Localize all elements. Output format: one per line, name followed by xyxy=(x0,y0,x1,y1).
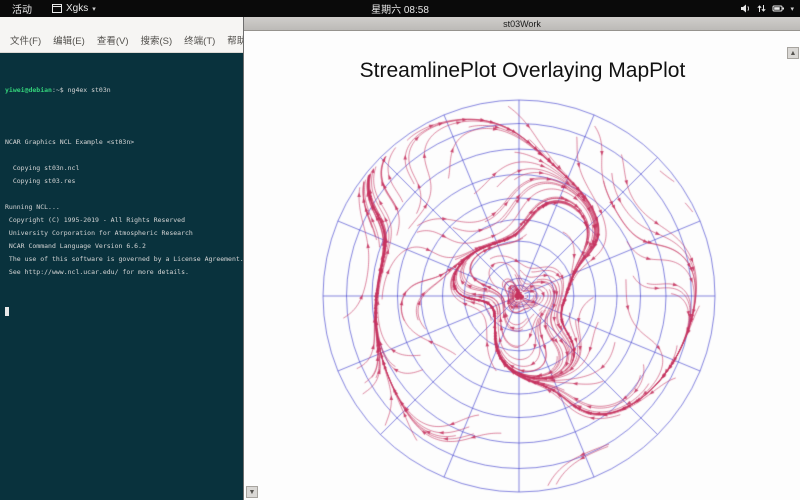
cursor-line xyxy=(5,305,241,318)
chevron-down-icon: ▾ xyxy=(92,5,96,13)
terminal-line: University Corporation for Atmospheric R… xyxy=(5,229,193,237)
menu-item[interactable]: 编辑(E) xyxy=(47,31,91,49)
terminal-output: NCAR Graphics NCL Example <st03n> Copyin… xyxy=(5,123,243,279)
window-icon xyxy=(52,4,62,13)
terminal-line: Copying st03.res xyxy=(5,177,76,185)
terminal-line: Copyright (C) 1995-2019 - All Rights Res… xyxy=(5,216,186,224)
prompt-command: ng4ex st03n xyxy=(67,86,111,94)
plot-window-titlebar[interactable]: st03Work xyxy=(244,17,800,31)
prompt-path: :~$ xyxy=(51,86,68,94)
terminal-line: NCAR Graphics NCL Example <st03n> xyxy=(5,138,135,146)
top-bar: 活动 Xgks ▾ 星期六 08:58 ▾ xyxy=(0,0,800,17)
terminal-line: Running NCL... xyxy=(5,203,60,211)
battery-icon xyxy=(772,3,785,14)
status-area[interactable]: ▾ xyxy=(740,0,794,17)
terminal-line: See http://www.ncl.ucar.edu/ for more de… xyxy=(5,268,189,276)
plot-window: st03Work StreamlinePlot Overlaying MapPl… xyxy=(243,17,800,500)
terminal-line: The use of this software is governed by … xyxy=(5,255,243,263)
activities-button[interactable]: 活动 xyxy=(0,0,44,17)
network-icon xyxy=(756,3,767,14)
scroll-up-button[interactable]: ▲ xyxy=(787,47,799,59)
terminal-window: 文件(F)编辑(E)查看(V)搜索(S)终端(T)帮助(H) yiwei@deb… xyxy=(0,17,260,500)
volume-icon xyxy=(740,3,751,14)
terminal-cursor xyxy=(5,306,9,316)
terminal-menubar: 文件(F)编辑(E)查看(V)搜索(S)终端(T)帮助(H) xyxy=(0,17,260,53)
desktop: 活动 Xgks ▾ 星期六 08:58 ▾ 文件(F) 编辑(E) 查看(V) 搜索(… xyxy=(0,0,800,500)
menu-item[interactable]: 查看(V) xyxy=(91,31,135,49)
plot-canvas xyxy=(244,31,800,500)
prompt-line: yiwei@debian:~$ ng4ex st03n xyxy=(5,84,241,97)
terminal-screen[interactable]: yiwei@debian:~$ ng4ex st03n NCAR Graphic… xyxy=(0,53,243,500)
app-indicator[interactable]: Xgks ▾ xyxy=(44,0,104,17)
clock[interactable]: 星期六 08:58 xyxy=(0,1,800,16)
scroll-down-button[interactable]: ▼ xyxy=(246,486,258,498)
chevron-down-icon: ▾ xyxy=(790,5,794,13)
menu-item[interactable]: 文件(F) xyxy=(4,31,47,49)
menu-item[interactable]: 终端(T) xyxy=(178,31,221,49)
prompt-user-host: yiwei@debian xyxy=(5,86,52,94)
terminal-line: NCAR Command Language Version 6.6.2 xyxy=(5,242,146,250)
plot-window-title: st03Work xyxy=(503,19,541,29)
app-indicator-label: Xgks xyxy=(66,3,89,14)
terminal-line: Copying st03n.ncl xyxy=(5,164,80,172)
menu-item[interactable]: 搜索(S) xyxy=(134,31,178,49)
plot-title: StreamlinePlot Overlaying MapPlot xyxy=(359,59,686,82)
plot-area: StreamlinePlot Overlaying MapPlot ▲ ▼ xyxy=(244,31,800,500)
